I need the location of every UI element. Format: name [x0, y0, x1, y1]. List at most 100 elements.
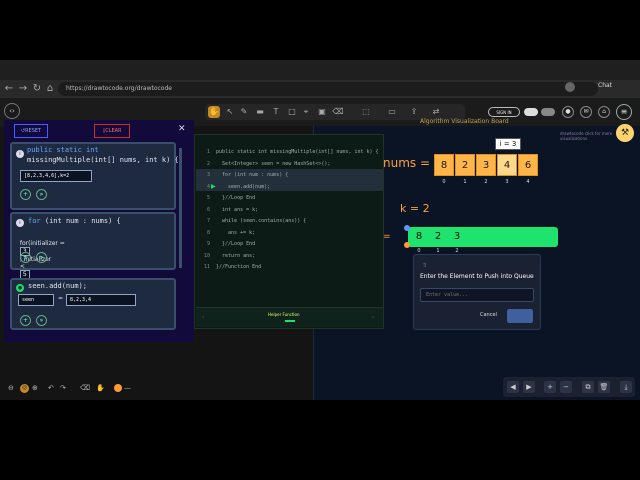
- code-footer: [196, 307, 383, 327]
- dialog-title: Enter the Element to Push into Queue: [420, 273, 534, 280]
- undo-icon[interactable]: ↶: [48, 384, 54, 392]
- confirm-push-button[interactable]: [507, 309, 533, 323]
- code-line[interactable]: ans += k;: [216, 230, 255, 236]
- panel-scrollbar[interactable]: [179, 148, 182, 268]
- text-tool-icon[interactable]: T: [270, 106, 282, 118]
- chat-button[interactable]: Chat: [598, 82, 612, 89]
- export-icon[interactable]: ⇪: [408, 106, 420, 118]
- visualization-caption[interactable]: drawtocode click for more visualizations: [560, 131, 620, 141]
- code-line[interactable]: seen.add(num);: [216, 184, 270, 190]
- reset-button[interactable]: ↺RESET: [14, 124, 48, 138]
- cancel-button[interactable]: Cancel: [480, 312, 497, 318]
- wrench-icon[interactable]: ⚒: [616, 124, 634, 142]
- pen-tool-icon[interactable]: ✎: [238, 106, 250, 118]
- stroke-width-icon[interactable]: —: [124, 384, 131, 392]
- share-icon[interactable]: ⇄: [430, 106, 442, 118]
- zoom-in-icon[interactable]: ⊕: [32, 384, 38, 392]
- zoom-in-icon[interactable]: +: [544, 381, 556, 393]
- sign-in-button[interactable]: SIGN IN: [488, 107, 520, 117]
- helper-function-label[interactable]: Helper Function: [268, 312, 300, 317]
- select-tool-icon[interactable]: ↖: [224, 106, 236, 118]
- drag-icon[interactable]: ⬚: [360, 106, 372, 118]
- code-line[interactable]: Set<Integer> seen = new HashSet<>();: [216, 161, 330, 167]
- queue-rear-handle[interactable]: [404, 242, 410, 248]
- queue-front-handle[interactable]: [404, 225, 410, 231]
- add-block-icon[interactable]: +: [20, 189, 31, 200]
- home-icon[interactable]: ⌂: [598, 106, 610, 118]
- code-line[interactable]: while (seen.contains(ans)) {: [216, 218, 306, 224]
- brush-color-swatch[interactable]: [114, 384, 122, 392]
- variable-equals: =: [58, 295, 64, 302]
- info-badge-icon[interactable]: i: [16, 219, 24, 227]
- zoom-out-icon[interactable]: −: [560, 381, 572, 393]
- active-step-icon: ●: [16, 284, 24, 292]
- next-step-icon[interactable]: ▶: [523, 381, 535, 393]
- condition-operator[interactable]: <: [20, 263, 25, 270]
- image-tool-icon[interactable]: ▣: [316, 106, 328, 118]
- variable-name-field[interactable]: seen: [18, 294, 54, 306]
- add-block-icon[interactable]: +: [20, 315, 31, 326]
- close-icon[interactable]: ✕: [178, 124, 186, 134]
- code-brackets-icon[interactable]: ‹›: [4, 103, 20, 119]
- hand-tool-icon[interactable]: ✋: [208, 106, 220, 118]
- prev-step-icon[interactable]: ◀: [507, 381, 519, 393]
- github-icon[interactable]: ●: [562, 106, 574, 118]
- code-line[interactable]: for (int num : nums) {: [216, 172, 288, 178]
- reload-icon[interactable]: ↻: [32, 83, 42, 94]
- zoom-out-icon[interactable]: ⊖: [8, 384, 14, 392]
- line-number: 4: [206, 183, 210, 190]
- eraser-tool-icon[interactable]: ⌫: [332, 106, 344, 118]
- menu-icon[interactable]: ≡: [616, 104, 632, 120]
- add-block-icon[interactable]: +: [20, 252, 31, 263]
- laptop-icon[interactable]: ▭: [386, 106, 398, 118]
- redo-icon[interactable]: ↷: [60, 384, 66, 392]
- code-line[interactable]: return ans;: [216, 253, 255, 259]
- hand-icon[interactable]: ✋: [96, 384, 105, 392]
- profile-avatar[interactable]: [565, 82, 575, 92]
- footer-next-icon[interactable]: ›: [372, 314, 374, 321]
- rectangle-tool-icon[interactable]: □: [286, 106, 298, 118]
- code-line[interactable]: }//Function End: [216, 264, 261, 270]
- forward-icon[interactable]: →: [18, 83, 28, 94]
- pin-tool-icon[interactable]: ⌖: [300, 106, 312, 118]
- function-input-value: 8,2,3,4,6],k=2: [27, 173, 70, 179]
- function-input-field[interactable]: [8,2,3,4,6],k=2: [20, 170, 92, 182]
- theme-toggle[interactable]: [524, 108, 538, 116]
- recenter-icon[interactable]: ◎: [20, 384, 29, 393]
- back-icon[interactable]: ←: [4, 83, 14, 94]
- function-signature: missingMultiple(int[] nums, int k) {: [27, 156, 179, 164]
- variable-value-field[interactable]: 8,2,3,4: [66, 294, 136, 306]
- line-number: 6: [206, 206, 210, 213]
- info-badge-icon[interactable]: i: [16, 150, 24, 158]
- delete-icon[interactable]: 🗑: [598, 381, 610, 393]
- code-line[interactable]: int ans = k;: [216, 207, 258, 213]
- copy-icon[interactable]: ⧉: [582, 381, 594, 393]
- visualization-title: Algorithm Visualization Board: [420, 118, 509, 125]
- queue-item: 3: [453, 231, 461, 242]
- browser-tab-bar: [0, 60, 640, 80]
- footer-prev-icon[interactable]: ‹: [202, 314, 204, 321]
- comment-icon[interactable]: ✉: [580, 106, 592, 118]
- push-value-input[interactable]: [420, 288, 534, 302]
- k-value-label: k = 2: [400, 202, 430, 215]
- eraser-icon[interactable]: ⌫: [80, 384, 90, 392]
- expand-block-icon[interactable]: »: [36, 252, 47, 263]
- code-line[interactable]: }//Loop End: [216, 241, 255, 247]
- expand-block-icon[interactable]: »: [36, 315, 47, 326]
- code-line[interactable]: public static int missingMultiple(int[] …: [216, 149, 379, 155]
- address-bar[interactable]: https://drawtocode.org/drawtocode: [58, 82, 598, 96]
- line-tool-icon[interactable]: ▬: [254, 106, 266, 118]
- mode-toggle[interactable]: [541, 108, 555, 116]
- code-line[interactable]: }//Loop End: [216, 195, 255, 201]
- drag-handle-icon[interactable]: ⠿: [423, 263, 427, 269]
- array-cell: 3: [476, 154, 496, 176]
- home-icon[interactable]: ⌂: [45, 83, 55, 94]
- expand-block-icon[interactable]: »: [36, 189, 47, 200]
- array-index: 1: [463, 179, 467, 185]
- initializer-label: for(initializer =: [19, 240, 65, 247]
- clear-button[interactable]: ▯CLEAR: [94, 124, 130, 138]
- clear-label: CLEAR: [105, 128, 122, 134]
- array-cell: 2: [455, 154, 475, 176]
- download-icon[interactable]: ⤓: [620, 381, 632, 393]
- array-cell: 8: [434, 154, 454, 176]
